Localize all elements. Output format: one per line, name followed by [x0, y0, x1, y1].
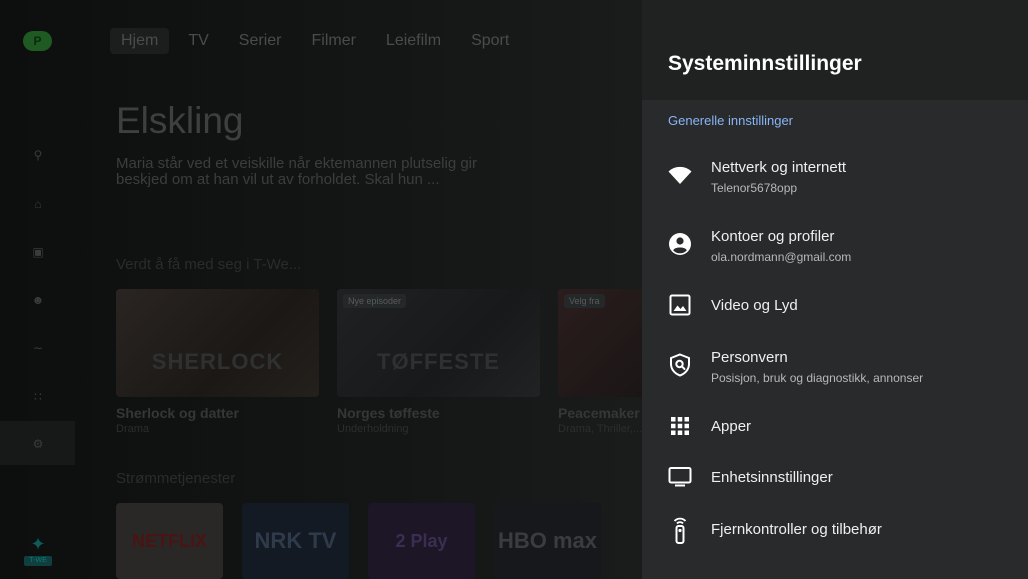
settings-item-sublabel: ola.nordmann@gmail.com	[711, 250, 852, 264]
nav-item-leiefilm[interactable]: Leiefilm	[375, 28, 452, 54]
home-screen-background: P ⚲ ⌂ ▣ ☻ ∼ ∷ ⚙ ✦ T-WE Hjem TV Serier Fi…	[0, 0, 642, 579]
card-subtitle: Underholdning	[337, 423, 409, 435]
apps-icon[interactable]: ∷	[31, 390, 45, 404]
settings-item-video-sound[interactable]: Video og Lyd	[642, 286, 1028, 326]
account-icon	[669, 233, 691, 255]
card-title: Peacemaker	[558, 405, 640, 421]
side-rail: P ⚲ ⌂ ▣ ☻ ∼ ∷ ⚙ ✦ T-WE	[0, 0, 75, 579]
card-art-text: TØFFESTE	[377, 349, 500, 374]
search-icon[interactable]: ⚲	[31, 148, 45, 162]
nav-item-hjem[interactable]: Hjem	[110, 28, 170, 54]
card-title: Norges tøffeste	[337, 405, 440, 421]
streams-row-title: Strømmetjenester	[116, 470, 236, 487]
hero-description: Maria står ved et veiskille når ektemann…	[116, 155, 478, 188]
home-icon[interactable]: ⌂	[31, 197, 45, 211]
nav-item-serier[interactable]: Serier	[228, 28, 293, 54]
nav-item-tv[interactable]: TV	[177, 28, 219, 54]
card-title: Sherlock og datter	[116, 405, 239, 421]
remote-icon	[673, 517, 687, 544]
settings-item-privacy[interactable]: Personvern Posisjon, bruk og diagnostikk…	[642, 340, 1028, 396]
hero-title: Elskling	[116, 100, 244, 141]
settings-item-label: Enhetsinnstillinger	[711, 469, 833, 486]
settings-item-label: Video og Lyd	[711, 297, 798, 314]
settings-item-label: Apper	[711, 418, 752, 435]
card-artwork	[116, 289, 319, 397]
settings-item-label: Personvern	[711, 349, 788, 366]
profile-avatar[interactable]: P	[23, 31, 52, 51]
brand-tag: T-WE	[24, 556, 52, 566]
content-card[interactable]: Nye episoder TØFFESTE	[337, 289, 540, 397]
section-label: Generelle innstillinger	[668, 113, 794, 128]
top-navigation: Hjem TV Serier Filmer Leiefilm Sport	[110, 28, 528, 54]
brand-mark-icon: ✦	[30, 534, 46, 554]
brand-logo: ✦ T-WE	[23, 534, 53, 568]
settings-item-network[interactable]: Nettverk og internett Telenor5678opp	[642, 150, 1028, 206]
row-title: Verdt å få med seg i T-We...	[116, 256, 302, 273]
settings-item-label: Nettverk og internett	[711, 159, 847, 176]
2-play-tile[interactable]: 2 Play	[368, 503, 475, 579]
netflix-tile[interactable]: NETFLIX	[116, 503, 223, 579]
panel-header: Systeminnstillinger	[642, 0, 1028, 100]
nav-item-filmer[interactable]: Filmer	[300, 28, 366, 54]
settings-item-label: Kontoer og profiler	[711, 228, 835, 245]
image-icon	[669, 294, 691, 316]
settings-icon[interactable]: ⚙	[31, 437, 45, 451]
tv-guide-icon[interactable]: ▣	[31, 245, 45, 259]
card-art-text: SHERLOCK	[151, 349, 284, 374]
panel-title: Systeminnstillinger	[668, 52, 862, 75]
settings-item-remotes[interactable]: Fjernkontroller og tilbehør	[642, 510, 1028, 550]
monitor-icon	[668, 467, 692, 487]
settings-item-label: Fjernkontroller og tilbehør	[711, 521, 882, 538]
nav-item-sport[interactable]: Sport	[460, 28, 520, 54]
network-icon[interactable]: ∼	[31, 341, 45, 355]
settings-item-apps[interactable]: Apper	[642, 407, 1028, 447]
card-badge: Nye episoder	[343, 294, 407, 308]
system-settings-panel: Systeminnstillinger Generelle innstillin…	[642, 0, 1028, 579]
nrk-tv-tile[interactable]: NRK TV	[242, 503, 349, 579]
settings-item-sublabel: Telenor5678opp	[711, 181, 798, 195]
card-subtitle: Drama	[116, 423, 150, 435]
settings-item-accounts[interactable]: Kontoer og profiler ola.nordmann@gmail.c…	[642, 219, 1028, 275]
hbo-max-tile[interactable]: HBO max	[494, 503, 601, 579]
settings-item-sublabel: Posisjon, bruk og diagnostikk, annonser	[711, 371, 924, 385]
wifi-icon	[668, 166, 692, 184]
content-card[interactable]: Velg fra	[558, 289, 642, 397]
settings-item-device[interactable]: Enhetsinnstillinger	[642, 458, 1028, 498]
card-badge: Velg fra	[564, 294, 605, 308]
privacy-shield-icon	[670, 353, 690, 377]
card-subtitle: Drama, Thriller,...	[558, 423, 642, 435]
content-card[interactable]: SHERLOCK	[116, 289, 319, 397]
apps-grid-icon	[671, 417, 689, 435]
people-icon[interactable]: ☻	[31, 293, 45, 307]
